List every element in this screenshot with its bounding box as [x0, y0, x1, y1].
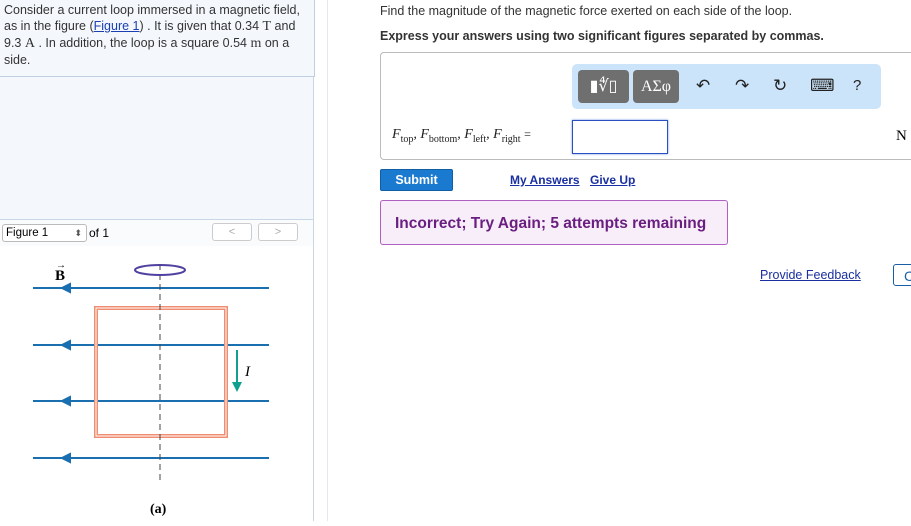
- loop-diagram: B → I (a): [33, 260, 269, 517]
- side-value: 0.54: [222, 36, 247, 50]
- sub: bottom: [428, 133, 458, 145]
- F: F: [464, 127, 473, 142]
- F: F: [392, 127, 401, 142]
- current-label: I: [244, 364, 251, 380]
- select-value: Figure 1: [6, 227, 49, 239]
- math-toolbar: ▮∜▯ ΑΣφ ↶ ↷ ↻ ⌨ ?: [572, 64, 881, 109]
- provide-feedback-link[interactable]: Provide Feedback: [760, 268, 861, 282]
- equals: =: [524, 127, 531, 141]
- sub: left: [472, 133, 487, 145]
- unit: A: [24, 36, 35, 51]
- figure-select[interactable]: Figure 1 ⬍: [2, 224, 87, 242]
- field-value: 0.34: [234, 19, 260, 33]
- incorrect-message: Incorrect; Try Again; 5 attempts remaini…: [380, 200, 728, 245]
- help-icon[interactable]: ?: [853, 77, 861, 94]
- figure-caption: (a): [150, 502, 167, 517]
- my-answers-link[interactable]: My Answers: [510, 173, 580, 187]
- updown-icon: ⬍: [74, 228, 82, 238]
- current-value: 9.3: [4, 36, 22, 50]
- text: ) . It is given that: [139, 19, 235, 33]
- figure-image: B → I (a): [0, 246, 313, 521]
- sub: top: [400, 133, 414, 145]
- F: F: [420, 127, 429, 142]
- answer-input[interactable]: [572, 120, 668, 154]
- divider: [327, 0, 328, 521]
- templates-button[interactable]: ▮∜▯: [578, 70, 629, 103]
- reset-icon[interactable]: ↻: [773, 76, 787, 96]
- unit: m: [250, 36, 262, 51]
- keyboard-icon[interactable]: ⌨: [810, 76, 835, 96]
- figure-count: of 1: [89, 226, 110, 240]
- answer-unit: N: [896, 128, 907, 144]
- continue-button[interactable]: C: [893, 264, 911, 286]
- question-instruction: Express your answers using two significa…: [380, 29, 824, 43]
- prev-figure-button[interactable]: <: [212, 223, 252, 241]
- submit-button[interactable]: Submit: [380, 169, 453, 191]
- F: F: [493, 127, 502, 142]
- give-up-link[interactable]: Give Up: [590, 173, 635, 187]
- current-loop: [94, 306, 228, 438]
- redo-icon[interactable]: ↷: [735, 76, 749, 96]
- greek-symbols-button[interactable]: ΑΣφ: [633, 70, 679, 103]
- left-panel: Consider a current loop immersed in a ma…: [0, 0, 315, 521]
- figure-link[interactable]: Figure 1: [94, 19, 140, 33]
- unit: T: [262, 19, 272, 34]
- text: and: [271, 19, 296, 33]
- current-arrow: [232, 382, 242, 392]
- text: . In addition, the loop is a square: [38, 36, 223, 50]
- sub: right: [501, 133, 521, 145]
- problem-statement: Consider a current loop immersed in a ma…: [0, 0, 315, 77]
- svg-text:→: →: [56, 260, 66, 271]
- answer-label: Ftop, Fbottom, Fleft, Fright =: [392, 127, 531, 145]
- undo-icon[interactable]: ↶: [696, 76, 710, 96]
- next-figure-button[interactable]: >: [258, 223, 298, 241]
- figure-nav: Figure 1 ⬍ of 1 < >: [0, 219, 313, 247]
- question-prompt: Find the magnitude of the magnetic force…: [380, 4, 793, 18]
